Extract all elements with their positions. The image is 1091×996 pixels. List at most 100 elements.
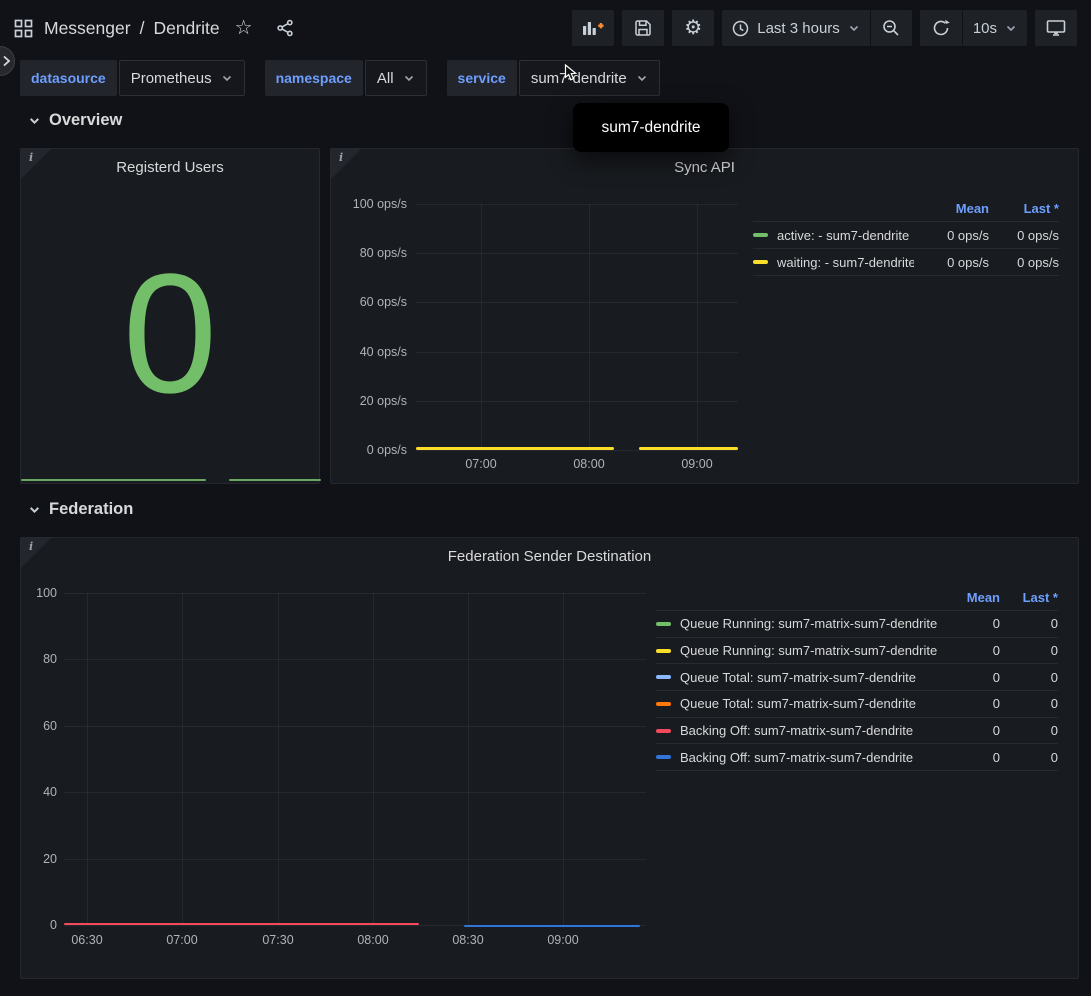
time-range-picker[interactable]: Last 3 hours [722, 10, 870, 46]
x-axis-tick-label: 07:30 [246, 933, 310, 947]
series-color-swatch [656, 702, 671, 706]
legend-header: Mean Last * [656, 584, 1058, 610]
legend-series-row[interactable]: Queue Total: sum7-matrix-sum7-dendrite00 [656, 690, 1058, 717]
legend-series-row[interactable]: Queue Running: sum7-matrix-sum7-dendrite… [656, 637, 1058, 664]
gridline [563, 593, 564, 925]
y-axis: 100 ops/s80 ops/s60 ops/s40 ops/s20 ops/… [331, 196, 407, 458]
x-axis-tick-label: 08:00 [341, 933, 405, 947]
y-axis-tick-label: 0 ops/s [331, 442, 407, 458]
star-favorite-icon[interactable]: ☆ [235, 18, 253, 38]
x-axis-tick-label: 09:00 [531, 933, 595, 947]
chart-legend: Mean Last * Queue Running: sum7-matrix-s… [656, 584, 1058, 771]
gridline [416, 253, 738, 254]
variable-namespace-label: namespace [265, 60, 363, 96]
gridline [64, 792, 646, 793]
series-last-value: 0 [1000, 750, 1058, 765]
series-line-waiting [639, 447, 738, 450]
refresh-interval-picker[interactable]: 10s [962, 10, 1027, 46]
section-title: Overview [49, 111, 122, 130]
panel-title[interactable]: Registerd Users [21, 159, 319, 176]
legend-series-row[interactable]: Backing Off: sum7-matrix-sum7-dendrite00 [656, 743, 1058, 770]
stat-sparkline-segment [229, 479, 321, 481]
variable-service-label: service [447, 60, 517, 96]
series-label: Queue Running: sum7-matrix-sum7-dendrite [680, 643, 940, 658]
legend-rows: active: - sum7-dendrite0 ops/s0 ops/swai… [753, 221, 1059, 276]
legend-series-row[interactable]: waiting: - sum7-dendrite0 ops/s0 ops/s [753, 248, 1059, 275]
chart-legend: Mean Last * active: - sum7-dendrite0 ops… [753, 195, 1059, 276]
series-mean-value: 0 [940, 750, 1000, 765]
legend-series-row[interactable]: active: - sum7-dendrite0 ops/s0 ops/s [753, 221, 1059, 248]
section-row-federation[interactable]: Federation [28, 500, 133, 519]
panel-title[interactable]: Federation Sender Destination [21, 548, 1078, 565]
save-dashboard-button[interactable] [622, 10, 664, 46]
legend-series-row[interactable]: Backing Off: sum7-matrix-sum7-dendrite00 [656, 717, 1058, 744]
legend-column-mean[interactable]: Mean [940, 590, 1000, 605]
gridline [278, 593, 279, 925]
legend-rows: Queue Running: sum7-matrix-sum7-dendrite… [656, 610, 1058, 771]
kiosk-tv-mode-button[interactable] [1035, 10, 1077, 46]
series-mean-value: 0 ops/s [914, 255, 989, 270]
legend-column-last[interactable]: Last * [1000, 590, 1058, 605]
gridline [64, 859, 646, 860]
series-mean-value: 0 [940, 616, 1000, 631]
chart-plot-area[interactable] [64, 593, 646, 925]
y-axis-tick-label: 80 [21, 651, 57, 667]
dashboard-settings-button[interactable]: ⚙ [672, 10, 714, 46]
x-axis-tick-label: 07:00 [449, 457, 513, 471]
legend-series-row[interactable]: Queue Running: sum7-matrix-sum7-dendrite… [656, 610, 1058, 637]
series-mean-value: 0 ops/s [914, 228, 989, 243]
series-last-value: 0 [1000, 696, 1058, 711]
gridline [64, 726, 646, 727]
gridline [64, 659, 646, 660]
gridline [87, 593, 88, 925]
breadcrumb: Messenger / Dendrite ☆ [14, 18, 294, 39]
share-icon[interactable] [276, 19, 294, 37]
variable-namespace-dropdown[interactable]: All [365, 60, 427, 96]
chart-plot-area[interactable] [416, 204, 738, 450]
dashboards-grid-icon[interactable] [14, 19, 33, 38]
gridline [468, 593, 469, 925]
series-last-value: 0 [1000, 723, 1058, 738]
series-color-swatch [753, 260, 768, 264]
dashboard-toolbar: ⚙ Last 3 hours 10s [572, 10, 1077, 46]
stat-sparkline-segment [21, 479, 206, 481]
y-axis-tick-label: 60 ops/s [331, 294, 407, 310]
y-axis-tick-label: 100 [21, 585, 57, 601]
variable-datasource-value: Prometheus [131, 70, 212, 87]
section-row-overview[interactable]: Overview [28, 111, 122, 130]
variable-service-dropdown[interactable]: sum7-dendrite [519, 60, 660, 96]
panel-sync-api: i Sync API 100 ops/s80 ops/s60 ops/s40 o… [330, 148, 1079, 484]
series-label: Queue Total: sum7-matrix-sum7-dendrite [680, 696, 940, 711]
x-axis-tick-label: 08:00 [557, 457, 621, 471]
panel-federation-sender-destination: i Federation Sender Destination 10080604… [20, 537, 1079, 979]
time-range-group: Last 3 hours [722, 10, 912, 46]
gridline [697, 204, 698, 450]
add-panel-button[interactable] [572, 10, 614, 46]
series-last-value: 0 ops/s [989, 255, 1059, 270]
chevron-down-icon [221, 72, 233, 84]
legend-header: Mean Last * [753, 195, 1059, 221]
breadcrumb-dashboard[interactable]: Dendrite [153, 18, 219, 39]
clock-icon [732, 20, 749, 37]
legend-column-last[interactable]: Last * [989, 201, 1059, 216]
breadcrumb-separator: / [140, 18, 145, 39]
series-color-swatch [656, 755, 671, 759]
y-axis-tick-label: 60 [21, 718, 57, 734]
gridline [373, 593, 374, 925]
legend-series-row[interactable]: Queue Total: sum7-matrix-sum7-dendrite00 [656, 663, 1058, 690]
variable-datasource-dropdown[interactable]: Prometheus [119, 60, 245, 96]
chevron-down-icon [848, 22, 860, 34]
panel-registered-users: i Registerd Users 0 [20, 148, 320, 484]
zoom-out-time-button[interactable] [870, 10, 912, 46]
breadcrumb-folder[interactable]: Messenger [44, 18, 131, 39]
panel-title[interactable]: Sync API [331, 159, 1078, 176]
legend-column-mean[interactable]: Mean [914, 201, 989, 216]
gridline [416, 302, 738, 303]
refresh-button[interactable] [920, 10, 962, 46]
x-axis-tick-label: 09:00 [665, 457, 729, 471]
series-mean-value: 0 [940, 670, 1000, 685]
refresh-group: 10s [920, 10, 1027, 46]
service-value-tooltip: sum7-dendrite [573, 103, 729, 152]
gridline [416, 352, 738, 353]
series-last-value: 0 ops/s [989, 228, 1059, 243]
